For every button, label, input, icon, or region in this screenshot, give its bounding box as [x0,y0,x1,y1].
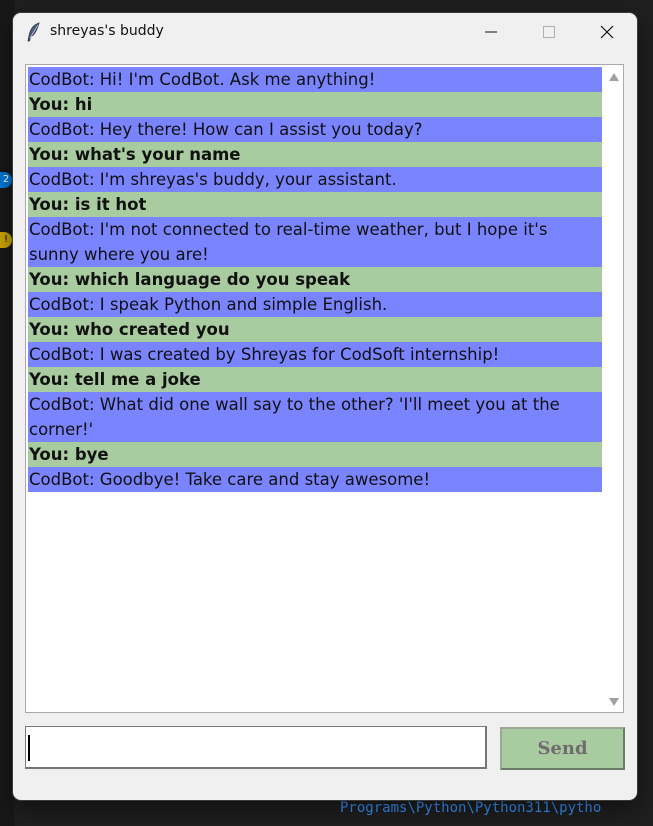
user-message: You: tell me a joke [28,367,602,392]
chat-window: shreyas's buddy CodBot: Hi! I'm CodBot. … [13,13,637,800]
user-message: You: who created you [28,317,602,342]
bot-message: CodBot: Hey there! How can I assist you … [28,117,602,142]
background-terminal-line: Programs\Python\Python311\pytho [340,800,602,816]
warning-icon: ! [0,232,12,248]
bot-message: CodBot: I'm shreyas's buddy, your assist… [28,167,602,192]
arrow-down-icon [608,698,619,706]
close-button[interactable] [579,13,635,51]
minimize-button[interactable] [463,13,519,51]
bot-message: CodBot: Hi! I'm CodBot. Ask me anything! [28,67,602,92]
maximize-button[interactable] [521,13,577,51]
bot-message: CodBot: I speak Python and simple Englis… [28,292,602,317]
bot-message: CodBot: I'm not connected to real-time w… [28,217,602,267]
chat-display[interactable]: CodBot: Hi! I'm CodBot. Ask me anything!… [25,64,624,713]
user-message: You: is it hot [28,192,602,217]
send-button[interactable]: Send [500,727,625,770]
text-caret [28,735,30,761]
close-icon [600,25,614,39]
message-input[interactable] [25,726,487,769]
background-editor [637,0,653,826]
minimize-icon [485,31,497,33]
bot-message: CodBot: I was created by Shreyas for Cod… [28,342,602,367]
window-title: shreyas's buddy [50,23,164,39]
arrow-up-icon [608,73,619,81]
chat-log: CodBot: Hi! I'm CodBot. Ask me anything!… [28,67,602,710]
feather-icon [27,22,40,42]
user-message: You: bye [28,442,602,467]
chat-scrollbar[interactable] [604,65,623,712]
user-message: You: what's your name [28,142,602,167]
title-bar[interactable]: shreyas's buddy [13,13,637,51]
bot-message: CodBot: Goodbye! Take care and stay awes… [28,467,602,492]
user-message: You: hi [28,92,602,117]
scroll-up-button[interactable] [604,67,623,87]
user-message: You: which language do you speak [28,267,602,292]
scroll-down-button[interactable] [604,692,623,712]
background-activity-bar: 2 ! [0,0,14,826]
notification-badge: 2 [0,172,12,188]
maximize-icon [543,26,555,38]
bot-message: CodBot: What did one wall say to the oth… [28,392,602,442]
